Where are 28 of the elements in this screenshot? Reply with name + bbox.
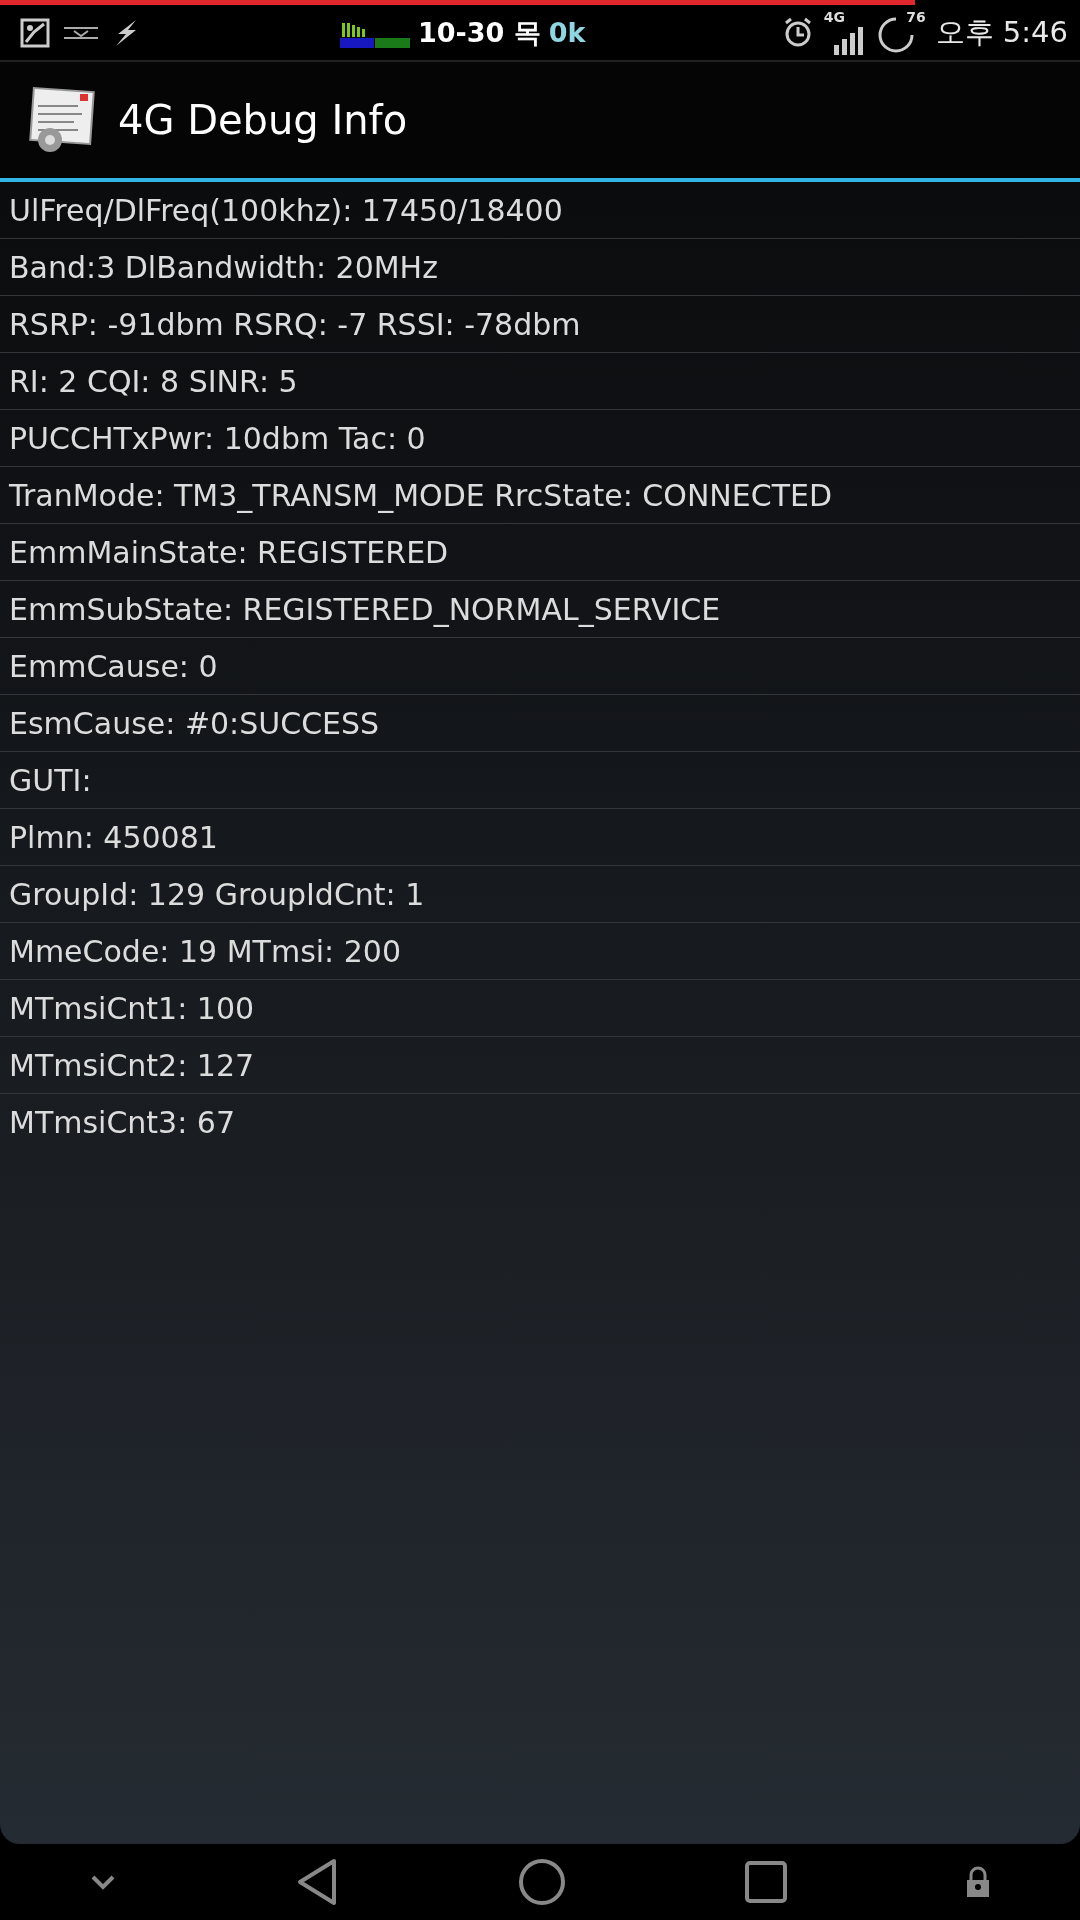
- info-row: RI: 2 CQI: 8 SINR: 5: [0, 353, 1080, 410]
- info-row: TranMode: TM3_TRANSM_MODE RrcState: CONNECTED: [0, 467, 1080, 524]
- info-row: GUTI:: [0, 752, 1080, 809]
- info-row: PUCCHTxPwr: 10dbm Tac: 0: [0, 410, 1080, 467]
- info-row: MmeCode: 19 MTmsi: 200: [0, 923, 1080, 980]
- app-title: 4G Debug Info: [118, 97, 408, 143]
- info-row: MTmsiCnt2: 127: [0, 1037, 1080, 1094]
- info-row: GroupId: 129 GroupIdCnt: 1: [0, 866, 1080, 923]
- info-row: EsmCause: #0:SUCCESS: [0, 695, 1080, 752]
- tray-icon: [64, 25, 98, 40]
- info-row: MTmsiCnt1: 100: [0, 980, 1080, 1037]
- info-row-text: MTmsiCnt3: 67: [8, 1103, 237, 1142]
- info-row: EmmCause: 0: [0, 638, 1080, 695]
- info-row: Band:3 DlBandwidth: 20MHz: [0, 239, 1080, 296]
- network-speed: 0k: [548, 17, 586, 48]
- lock-icon[interactable]: [965, 1865, 992, 1898]
- info-row: EmmSubState: REGISTERED_NORMAL_SERVICE: [0, 581, 1080, 638]
- recents-icon[interactable]: [743, 1859, 788, 1904]
- home-icon[interactable]: [518, 1857, 566, 1906]
- image-icon: [20, 17, 50, 48]
- battery-level: 76: [906, 8, 926, 25]
- info-row: RSRP: -91dbm RSRQ: -7 RSSI: -78dbm: [0, 296, 1080, 353]
- info-row: UlFreq/DlFreq(100khz): 17450/18400: [0, 182, 1080, 239]
- info-row: Plmn: 450081: [0, 809, 1080, 866]
- info-row: EmmMainState: REGISTERED: [0, 524, 1080, 581]
- clock: 오후 5:46: [935, 13, 1068, 51]
- network-type: 4G: [823, 8, 845, 25]
- date: 10-30 목: [418, 15, 541, 50]
